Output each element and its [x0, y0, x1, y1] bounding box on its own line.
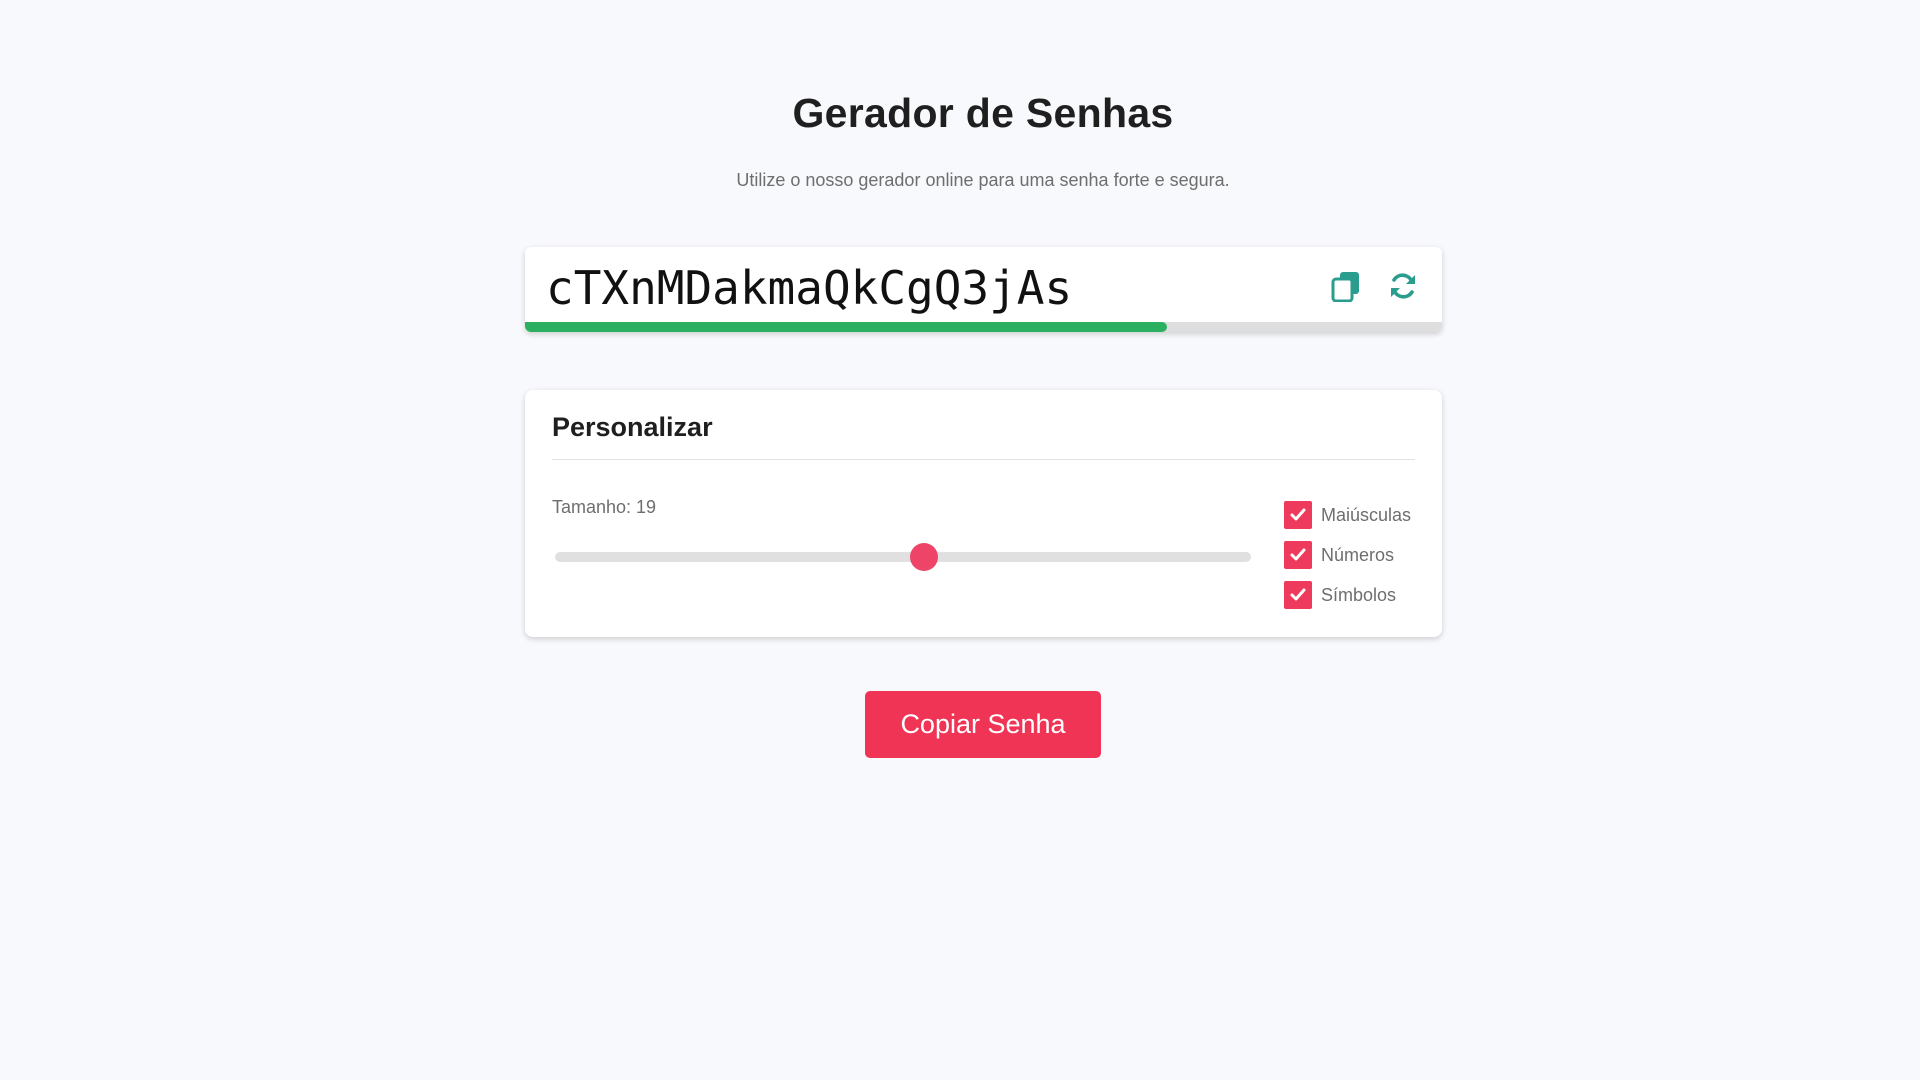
uppercase-checkbox[interactable]	[1284, 501, 1312, 529]
copy-password-main-button[interactable]: Copiar Senha	[865, 691, 1101, 758]
page-title: Gerador de Senhas	[792, 90, 1174, 136]
page-subtitle: Utilize o nosso gerador online para uma …	[736, 170, 1230, 190]
check-icon	[1290, 508, 1306, 521]
regenerate-password-button[interactable]	[1382, 265, 1424, 307]
refresh-icon	[1391, 273, 1415, 299]
strength-meter-fill	[525, 322, 1167, 332]
page: Gerador de Senhas Utilize o nosso gerado…	[0, 0, 1920, 1080]
numbers-label: Números	[1321, 544, 1395, 565]
options-list: Maiúsculas Números Símbolos	[1284, 495, 1411, 615]
length-label: Tamanho: 19	[552, 497, 657, 517]
option-numbers[interactable]: Números	[1284, 535, 1411, 575]
customize-title: Personalizar	[552, 412, 713, 442]
strength-meter	[525, 322, 1442, 332]
option-symbols[interactable]: Símbolos	[1284, 575, 1411, 615]
numbers-checkbox[interactable]	[1284, 541, 1312, 569]
divider	[552, 459, 1415, 460]
password-card: cTXnMDakmaQkCgQ3jAs	[525, 247, 1442, 332]
check-icon	[1290, 588, 1306, 601]
check-icon	[1290, 548, 1306, 561]
symbols-checkbox[interactable]	[1284, 581, 1312, 609]
copy-password-button[interactable]	[1325, 265, 1367, 307]
symbols-label: Símbolos	[1321, 584, 1397, 605]
option-uppercase[interactable]: Maiúsculas	[1284, 495, 1411, 535]
password-display[interactable]: cTXnMDakmaQkCgQ3jAs	[546, 261, 1072, 315]
length-slider-thumb[interactable]	[909, 543, 938, 571]
copy-icon	[1331, 272, 1359, 302]
length-slider[interactable]	[555, 543, 1251, 571]
uppercase-label: Maiúsculas	[1321, 504, 1412, 525]
customize-panel: Personalizar Tamanho: 19 Maiúsculas Núme…	[525, 390, 1442, 637]
